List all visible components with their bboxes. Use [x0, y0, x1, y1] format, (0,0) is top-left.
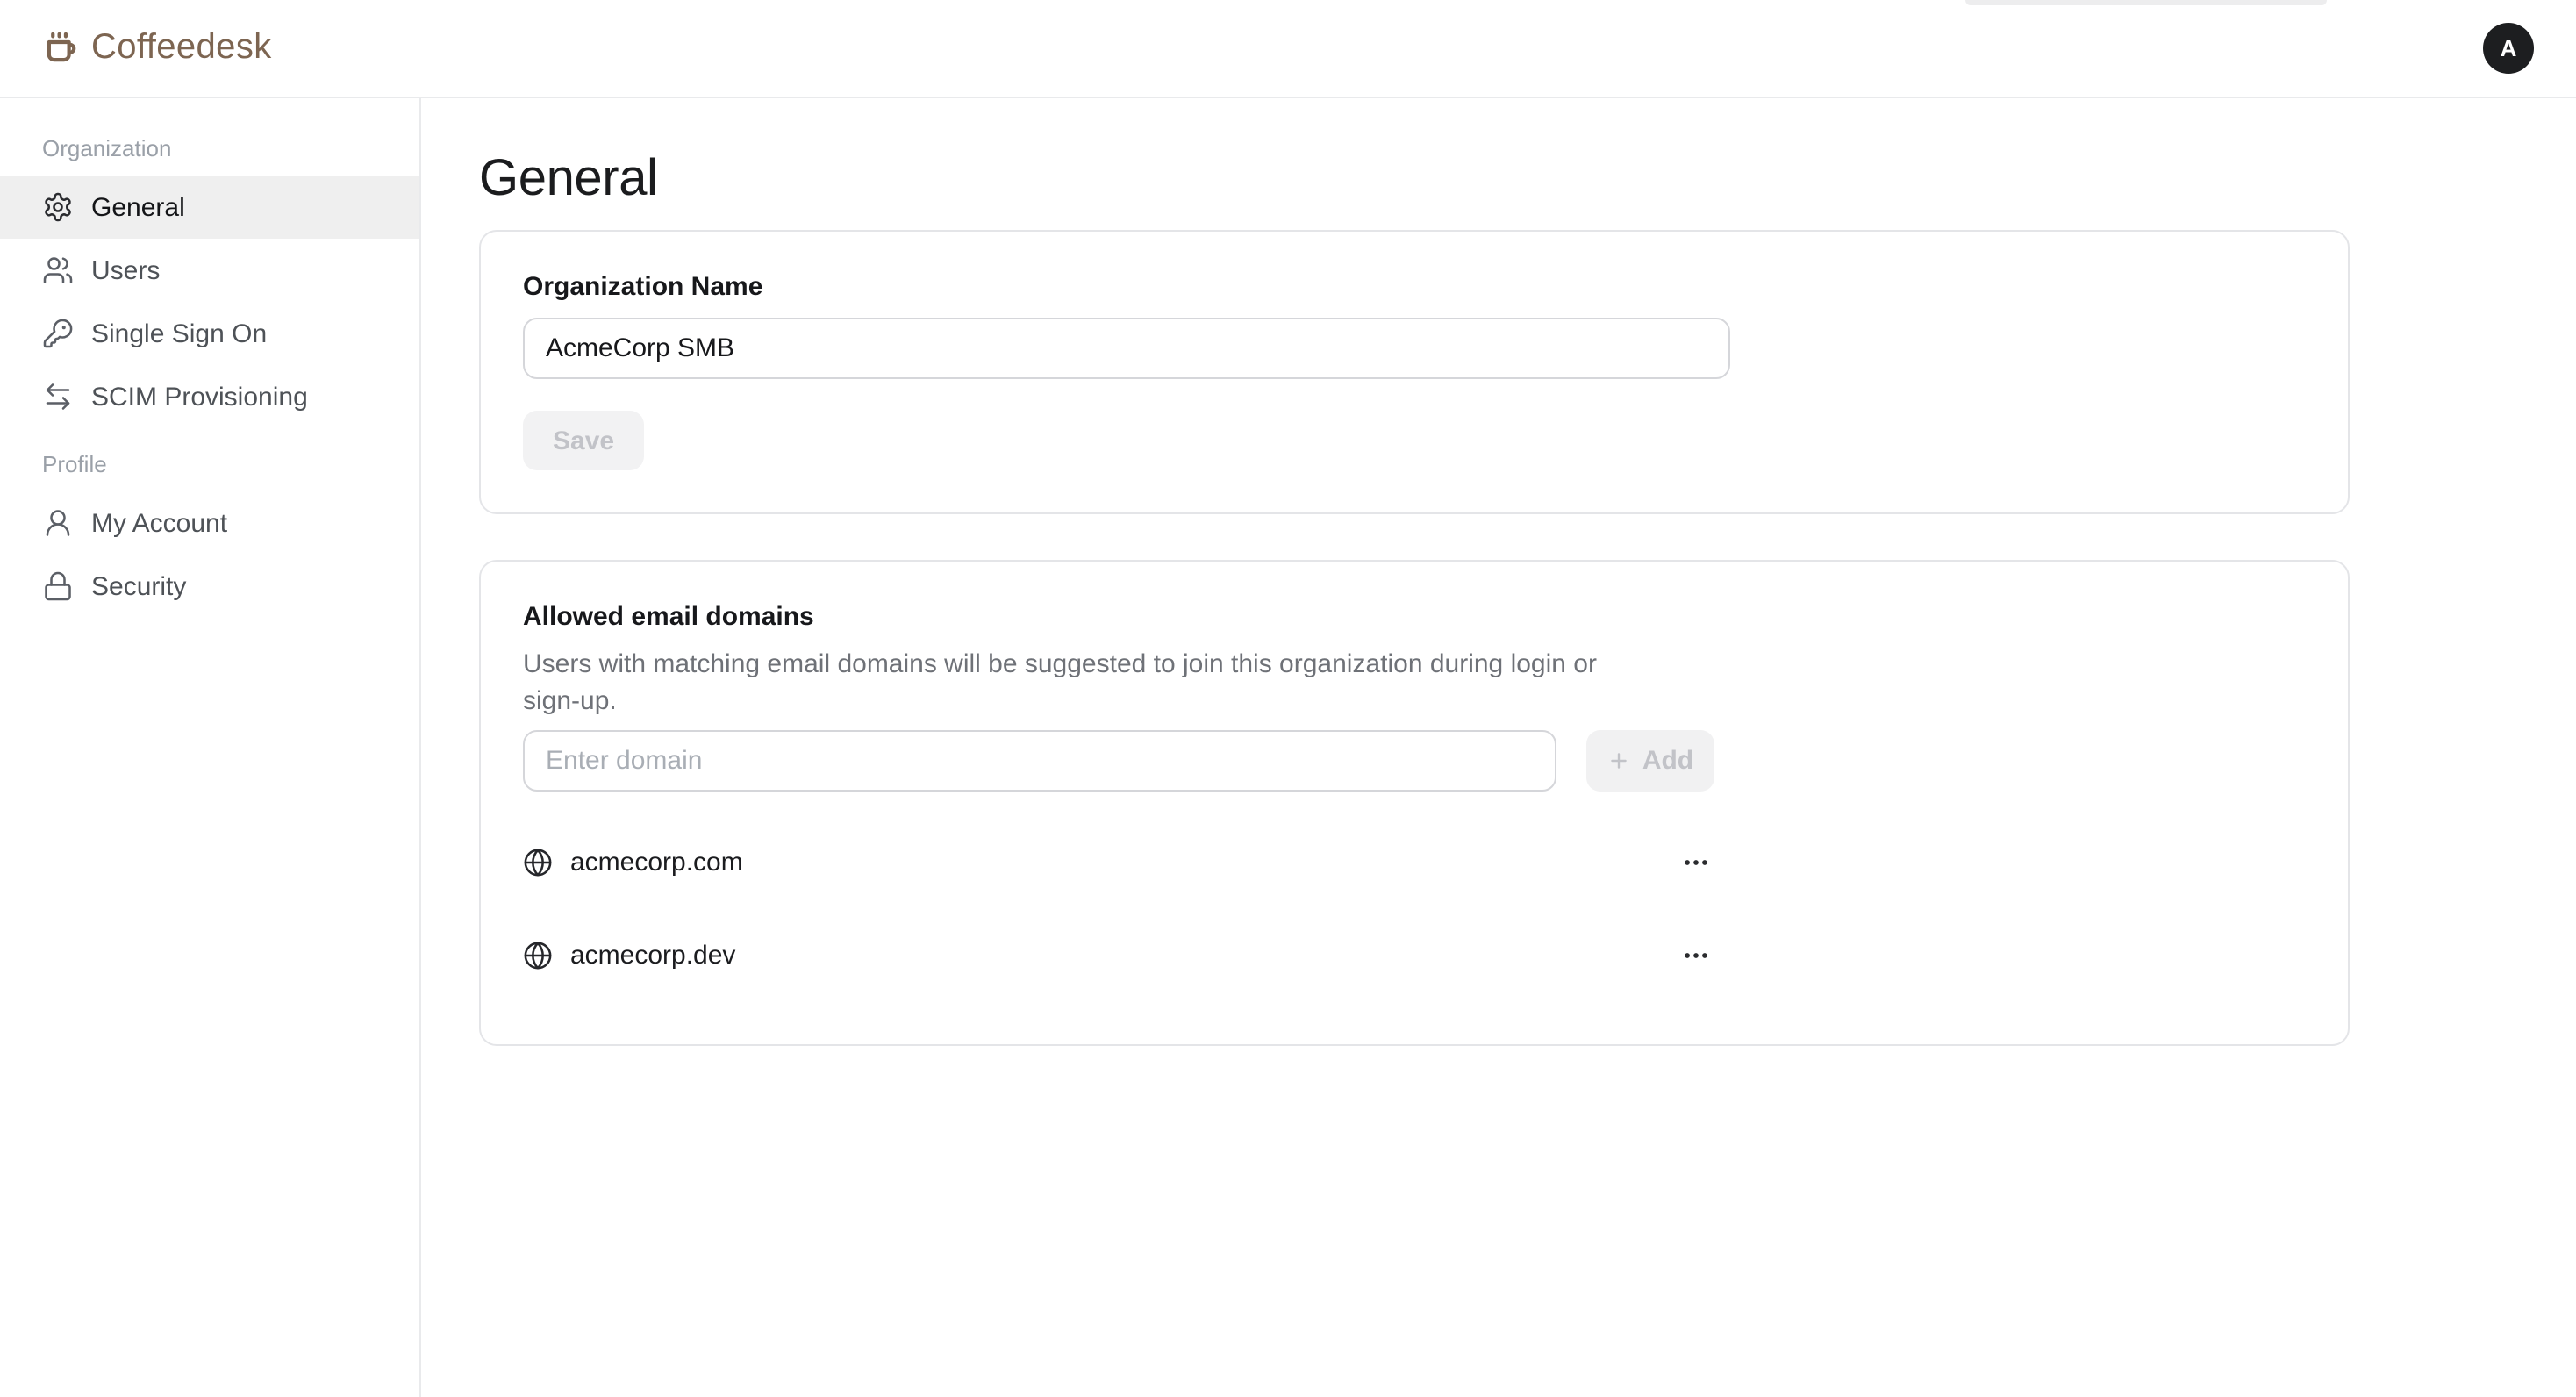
domain-name: acmecorp.dev — [570, 941, 735, 971]
sidebar-item-single-sign-on[interactable]: Single Sign On — [0, 302, 419, 365]
sidebar-section-organization: Organization — [0, 133, 419, 165]
avatar-initial: A — [2501, 35, 2517, 61]
sidebar-item-my-account[interactable]: My Account — [0, 491, 419, 555]
domain-input[interactable] — [523, 730, 1556, 792]
user-icon — [42, 507, 74, 539]
sidebar-item-label: Security — [91, 571, 186, 601]
save-button[interactable]: Save — [523, 411, 644, 470]
sidebar-item-label: Users — [91, 255, 160, 285]
allowed-domains-card: Allowed email domains Users with matchin… — [479, 560, 2350, 1046]
domain-menu-button[interactable] — [1678, 937, 1714, 974]
coffee-cup-icon — [42, 30, 79, 67]
sidebar: Organization General — [0, 98, 421, 1397]
sidebar-item-label: SCIM Provisioning — [91, 382, 308, 412]
domain-name: acmecorp.com — [570, 848, 743, 878]
sidebar-item-label: Single Sign On — [91, 319, 267, 348]
globe-icon — [523, 941, 553, 971]
plus-icon — [1607, 749, 1630, 772]
ellipsis-icon — [1681, 848, 1711, 878]
domain-input-row: Add — [523, 730, 1714, 792]
sidebar-item-scim-provisioning[interactable]: SCIM Provisioning — [0, 365, 419, 428]
topbar: Coffeedesk A — [0, 0, 2576, 98]
sidebar-item-security[interactable]: Security — [0, 555, 419, 618]
domain-info: acmecorp.dev — [523, 941, 735, 971]
add-domain-button[interactable]: Add — [1586, 730, 1714, 792]
main-content: General Organization Name Save Allowed e… — [421, 98, 2576, 1397]
key-icon — [42, 318, 74, 349]
ellipsis-icon — [1681, 941, 1711, 971]
sidebar-section-profile: Profile — [0, 449, 419, 481]
globe-icon — [523, 848, 553, 878]
sidebar-item-general[interactable]: General — [0, 176, 419, 239]
sidebar-item-label: General — [91, 192, 185, 222]
org-name-card: Organization Name Save — [479, 230, 2350, 514]
org-name-input[interactable] — [523, 318, 1730, 379]
add-button-label: Add — [1642, 746, 1693, 776]
org-name-label: Organization Name — [523, 272, 2306, 304]
domain-menu-button[interactable] — [1678, 844, 1714, 881]
lock-icon — [42, 570, 74, 602]
users-icon — [42, 254, 74, 286]
domain-row: acmecorp.com — [523, 816, 1714, 909]
domain-info: acmecorp.com — [523, 848, 743, 878]
transfer-arrows-icon — [42, 381, 74, 412]
allowed-domains-description: Users with matching email domains will b… — [523, 646, 1597, 720]
brand-logo[interactable]: Coffeedesk — [42, 28, 272, 68]
domain-row: acmecorp.dev — [523, 909, 1714, 1002]
sidebar-item-users[interactable]: Users — [0, 239, 419, 302]
gear-icon — [42, 191, 74, 223]
app-root: Coffeedesk A Organization General — [0, 0, 2576, 1397]
avatar[interactable]: A — [2483, 23, 2534, 74]
brand-name: Coffeedesk — [91, 28, 272, 68]
top-right-artifact — [1965, 0, 2327, 5]
page-title: General — [479, 146, 2576, 212]
sidebar-item-label: My Account — [91, 508, 227, 538]
allowed-domains-title: Allowed email domains — [523, 602, 2306, 634]
domain-list: acmecorp.com — [523, 816, 1714, 1002]
